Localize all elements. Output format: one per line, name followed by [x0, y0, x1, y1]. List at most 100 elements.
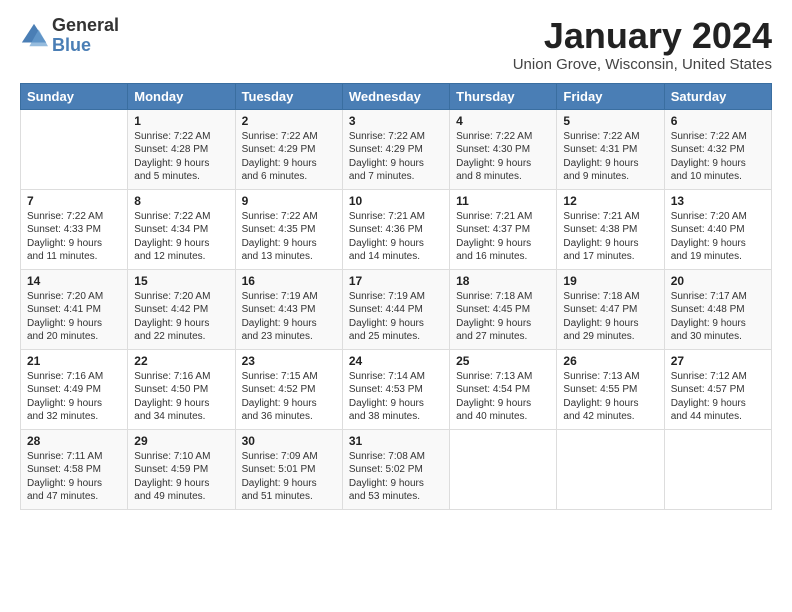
week-row-3: 21 Sunrise: 7:16 AMSunset: 4:49 PMDayligh…: [21, 349, 772, 429]
day-info: Sunrise: 7:21 AMSunset: 4:36 PMDaylight:…: [349, 210, 443, 264]
month-title: January 2024: [513, 16, 772, 56]
logo: General Blue: [20, 16, 119, 56]
day-info: Sunrise: 7:18 AMSunset: 4:45 PMDaylight:…: [456, 290, 550, 344]
day-info: Sunrise: 7:17 AMSunset: 4:48 PMDaylight:…: [671, 290, 765, 344]
week-row-1: 7Sunrise: 7:22 AMSunset: 4:33 PMDaylight…: [21, 189, 772, 269]
day-cell-1-6: 13Sunrise: 7:20 AMSunset: 4:40 PMDayligh…: [664, 189, 771, 269]
day-number: 31: [349, 434, 443, 448]
weekday-wednesday: Wednesday: [342, 83, 449, 109]
day-info: Sunrise: 7:10 AMSunset: 4:59 PMDaylight:…: [134, 450, 228, 504]
logo-blue-text: Blue: [52, 36, 119, 56]
day-number: 24: [349, 354, 443, 368]
day-cell-3-3: 24 Sunrise: 7:14 AMSunset: 4:53 PMDayligh…: [342, 349, 449, 429]
day-cell-3-1: 22 Sunrise: 7:16 AMSunset: 4:50 PMDayligh…: [128, 349, 235, 429]
day-number: 12: [563, 194, 657, 208]
day-cell-0-2: 2Sunrise: 7:22 AMSunset: 4:29 PMDaylight…: [235, 109, 342, 189]
title-block: January 2024 Union Grove, Wisconsin, Uni…: [513, 16, 772, 73]
day-info: Sunrise: 7:13 AMSunset: 4:55 PMDaylight:…: [563, 370, 657, 424]
day-number: 4: [456, 114, 550, 128]
weekday-thursday: Thursday: [450, 83, 557, 109]
day-info: Sunrise: 7:22 AMSunset: 4:30 PMDaylight:…: [456, 130, 550, 184]
day-cell-0-1: 1Sunrise: 7:22 AMSunset: 4:28 PMDaylight…: [128, 109, 235, 189]
day-cell-4-4: [450, 429, 557, 509]
day-number: 14: [27, 274, 121, 288]
day-number: 21: [27, 354, 121, 368]
day-info: Sunrise: 7:22 AMSunset: 4:32 PMDaylight:…: [671, 130, 765, 184]
header: General Blue January 2024 Union Grove, W…: [20, 16, 772, 73]
location: Union Grove, Wisconsin, United States: [513, 56, 772, 73]
day-number: 8: [134, 194, 228, 208]
weekday-tuesday: Tuesday: [235, 83, 342, 109]
day-info: Sunrise: 7:20 AMSunset: 4:41 PMDaylight:…: [27, 290, 121, 344]
day-cell-0-5: 5Sunrise: 7:22 AMSunset: 4:31 PMDaylight…: [557, 109, 664, 189]
day-number: 20: [671, 274, 765, 288]
day-cell-3-4: 25 Sunrise: 7:13 AMSunset: 4:54 PMDayligh…: [450, 349, 557, 429]
day-number: 30: [242, 434, 336, 448]
day-number: 22: [134, 354, 228, 368]
day-number: 23: [242, 354, 336, 368]
day-info: Sunrise: 7:12 AMSunset: 4:57 PMDaylight:…: [671, 370, 765, 424]
day-cell-2-6: 20 Sunrise: 7:17 AMSunset: 4:48 PMDayligh…: [664, 269, 771, 349]
day-number: 29: [134, 434, 228, 448]
day-cell-1-5: 12 Sunrise: 7:21 AMSunset: 4:38 PMDayligh…: [557, 189, 664, 269]
day-cell-2-0: 14 Sunrise: 7:20 AMSunset: 4:41 PMDayligh…: [21, 269, 128, 349]
day-cell-3-0: 21 Sunrise: 7:16 AMSunset: 4:49 PMDayligh…: [21, 349, 128, 429]
day-info: Sunrise: 7:18 AMSunset: 4:47 PMDaylight:…: [563, 290, 657, 344]
day-number: 27: [671, 354, 765, 368]
day-number: 11: [456, 194, 550, 208]
weekday-sunday: Sunday: [21, 83, 128, 109]
day-number: 6: [671, 114, 765, 128]
day-cell-3-6: 27 Sunrise: 7:12 AMSunset: 4:57 PMDayligh…: [664, 349, 771, 429]
day-number: 9: [242, 194, 336, 208]
day-number: 5: [563, 114, 657, 128]
day-cell-3-5: 26 Sunrise: 7:13 AMSunset: 4:55 PMDayligh…: [557, 349, 664, 429]
day-cell-1-2: 9Sunrise: 7:22 AMSunset: 4:35 PMDaylight…: [235, 189, 342, 269]
day-info: Sunrise: 7:11 AMSunset: 4:58 PMDaylight:…: [27, 450, 121, 504]
calendar-table: Sunday Monday Tuesday Wednesday Thursday…: [20, 83, 772, 510]
day-number: 26: [563, 354, 657, 368]
day-number: 10: [349, 194, 443, 208]
calendar-body: 1Sunrise: 7:22 AMSunset: 4:28 PMDaylight…: [21, 109, 772, 509]
day-cell-4-5: [557, 429, 664, 509]
day-cell-2-3: 17Sunrise: 7:19 AMSunset: 4:44 PMDayligh…: [342, 269, 449, 349]
day-info: Sunrise: 7:22 AMSunset: 4:29 PMDaylight:…: [242, 130, 336, 184]
day-info: Sunrise: 7:19 AMSunset: 4:43 PMDaylight:…: [242, 290, 336, 344]
day-cell-1-4: 11 Sunrise: 7:21 AMSunset: 4:37 PMDayligh…: [450, 189, 557, 269]
day-cell-4-6: [664, 429, 771, 509]
page: General Blue January 2024 Union Grove, W…: [0, 0, 792, 520]
day-info: Sunrise: 7:21 AMSunset: 4:37 PMDaylight:…: [456, 210, 550, 264]
day-number: 18: [456, 274, 550, 288]
day-number: 25: [456, 354, 550, 368]
day-number: 3: [349, 114, 443, 128]
weekday-saturday: Saturday: [664, 83, 771, 109]
day-cell-2-4: 18 Sunrise: 7:18 AMSunset: 4:45 PMDayligh…: [450, 269, 557, 349]
day-info: Sunrise: 7:21 AMSunset: 4:38 PMDaylight:…: [563, 210, 657, 264]
day-info: Sunrise: 7:09 AMSunset: 5:01 PMDaylight:…: [242, 450, 336, 504]
weekday-row: Sunday Monday Tuesday Wednesday Thursday…: [21, 83, 772, 109]
day-info: Sunrise: 7:22 AMSunset: 4:33 PMDaylight:…: [27, 210, 121, 264]
day-cell-4-0: 28Sunrise: 7:11 AMSunset: 4:58 PMDayligh…: [21, 429, 128, 509]
day-number: 16: [242, 274, 336, 288]
day-cell-0-6: 6 Sunrise: 7:22 AMSunset: 4:32 PMDaylight…: [664, 109, 771, 189]
day-info: Sunrise: 7:08 AMSunset: 5:02 PMDaylight:…: [349, 450, 443, 504]
day-info: Sunrise: 7:15 AMSunset: 4:52 PMDaylight:…: [242, 370, 336, 424]
day-info: Sunrise: 7:22 AMSunset: 4:29 PMDaylight:…: [349, 130, 443, 184]
day-number: 15: [134, 274, 228, 288]
day-cell-1-3: 10 Sunrise: 7:21 AMSunset: 4:36 PMDayligh…: [342, 189, 449, 269]
week-row-2: 14 Sunrise: 7:20 AMSunset: 4:41 PMDayligh…: [21, 269, 772, 349]
logo-general-text: General: [52, 16, 119, 36]
day-info: Sunrise: 7:19 AMSunset: 4:44 PMDaylight:…: [349, 290, 443, 344]
logo-text: General Blue: [52, 16, 119, 56]
day-info: Sunrise: 7:14 AMSunset: 4:53 PMDaylight:…: [349, 370, 443, 424]
day-cell-4-3: 31 Sunrise: 7:08 AMSunset: 5:02 PMDayligh…: [342, 429, 449, 509]
day-info: Sunrise: 7:20 AMSunset: 4:40 PMDaylight:…: [671, 210, 765, 264]
logo-icon: [20, 22, 48, 50]
day-info: Sunrise: 7:13 AMSunset: 4:54 PMDaylight:…: [456, 370, 550, 424]
day-cell-2-1: 15Sunrise: 7:20 AMSunset: 4:42 PMDayligh…: [128, 269, 235, 349]
day-cell-4-1: 29 Sunrise: 7:10 AMSunset: 4:59 PMDayligh…: [128, 429, 235, 509]
day-cell-3-2: 23 Sunrise: 7:15 AMSunset: 4:52 PMDayligh…: [235, 349, 342, 429]
day-cell-2-2: 16 Sunrise: 7:19 AMSunset: 4:43 PMDayligh…: [235, 269, 342, 349]
day-info: Sunrise: 7:16 AMSunset: 4:49 PMDaylight:…: [27, 370, 121, 424]
day-info: Sunrise: 7:16 AMSunset: 4:50 PMDaylight:…: [134, 370, 228, 424]
day-info: Sunrise: 7:22 AMSunset: 4:34 PMDaylight:…: [134, 210, 228, 264]
